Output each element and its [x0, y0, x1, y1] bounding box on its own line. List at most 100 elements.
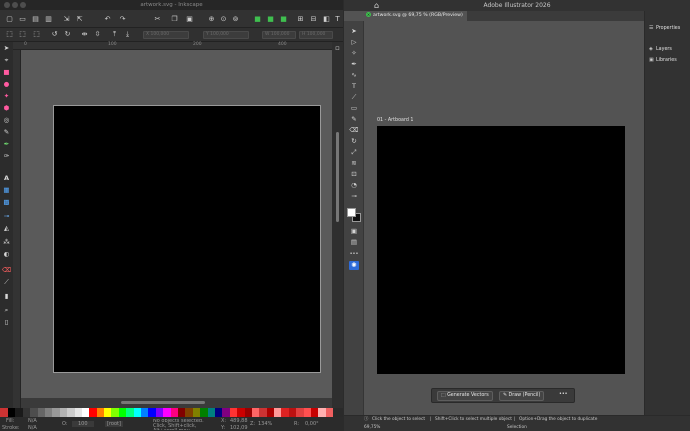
layers-panel-tab[interactable]: ◈ Layers — [649, 46, 672, 53]
zoom-icon[interactable]: ⌕ — [2, 306, 11, 315]
color-swatch[interactable] — [15, 408, 23, 417]
y-field[interactable]: Y 100,000 — [203, 31, 249, 39]
tweak-icon[interactable]: ◐ — [2, 250, 11, 259]
eraser-icon[interactable]: ⌫ — [2, 266, 11, 275]
horizontal-scrollbar[interactable] — [21, 398, 332, 408]
color-swatch[interactable] — [229, 408, 238, 417]
color-swatch[interactable] — [244, 408, 252, 417]
color-swatch[interactable] — [281, 408, 289, 417]
raise-to-top-icon[interactable]: ⤒ — [110, 30, 119, 39]
selector-icon[interactable]: ➤ — [2, 44, 11, 53]
paste-icon[interactable]: ▣ — [185, 15, 194, 24]
color-swatch[interactable] — [266, 408, 275, 417]
current-tool-status[interactable]: Selection — [507, 425, 527, 431]
copy-icon[interactable]: ❐ — [170, 15, 179, 24]
color-swatch[interactable] — [311, 408, 319, 417]
open-icon[interactable]: ▭ — [18, 15, 27, 24]
h-field[interactable]: H 100,000 — [299, 31, 333, 39]
fill-stroke-icon[interactable]: ◧ — [322, 15, 331, 24]
fill-swatch[interactable] — [347, 208, 356, 217]
color-swatch[interactable] — [155, 408, 164, 417]
calligraphy-icon[interactable]: ✑ — [2, 152, 11, 161]
color-swatch[interactable] — [325, 408, 334, 417]
text-font-icon[interactable]: T — [333, 15, 342, 24]
select-all-layers-icon[interactable]: ⬚ — [18, 30, 27, 39]
spiral-icon[interactable]: ◎ — [2, 116, 11, 125]
color-swatch[interactable] — [37, 408, 45, 417]
flip-horizontal-icon[interactable]: ⇹ — [80, 30, 89, 39]
more-options-button[interactable]: ••• — [556, 391, 571, 401]
draw-pencil-button[interactable]: ✎ Draw (Pencil) — [499, 391, 545, 401]
home-icon[interactable]: ⌂ — [374, 1, 379, 10]
inkscape-page[interactable] — [53, 105, 321, 373]
zoom-level-dropdown[interactable]: 69,75% — [364, 425, 380, 431]
artboard-label[interactable]: 01 - Artboard 1 — [377, 118, 413, 123]
layer-dropdown[interactable]: [root] — [105, 421, 123, 427]
rectangle-icon[interactable]: ■ — [2, 68, 11, 77]
color-swatch[interactable] — [200, 408, 208, 417]
eyedropper-icon[interactable]: ⊸ — [349, 192, 359, 201]
vertical-scrollbar[interactable]: ▫ — [332, 42, 343, 408]
unlink-clone-icon[interactable]: ■ — [279, 15, 288, 24]
cut-icon[interactable]: ✂ — [153, 15, 162, 24]
measure-icon[interactable]: ▮ — [2, 292, 11, 301]
paint-bucket-icon[interactable]: ◭ — [2, 224, 11, 233]
properties-panel-tab[interactable]: ☰ Properties — [649, 25, 680, 32]
rotate-icon[interactable]: ↻ — [349, 137, 359, 146]
document-tab[interactable]: × artwork.svg @ 69,75 % (RGB/Preview) — [364, 11, 467, 21]
color-swatch[interactable] — [89, 408, 97, 417]
3d-box-icon[interactable]: ⬢ — [2, 104, 11, 113]
mesh-icon[interactable]: ▩ — [2, 198, 11, 207]
color-swatch[interactable] — [207, 408, 215, 417]
rectangle-icon[interactable]: ▭ — [349, 104, 359, 113]
color-swatch[interactable] — [237, 408, 245, 417]
lower-to-bottom-icon[interactable]: ⤓ — [123, 30, 132, 39]
select-all-icon[interactable]: ⬚ — [5, 30, 14, 39]
vertical-scroll-thumb[interactable] — [336, 132, 339, 222]
magic-wand-icon[interactable]: ✧ — [349, 49, 359, 58]
clone-icon[interactable]: ■ — [266, 15, 275, 24]
color-swatch[interactable] — [81, 408, 90, 417]
color-swatch[interactable] — [148, 408, 156, 417]
generate-vectors-button[interactable]: ⬚ Generate Vectors — [437, 391, 493, 401]
node-icon[interactable]: ⌖ — [2, 56, 11, 65]
color-swatch[interactable] — [251, 408, 260, 417]
stroke-value[interactable]: N/A — [28, 425, 37, 431]
color-swatch[interactable] — [133, 408, 142, 417]
screen-mode-icon[interactable]: ▤ — [349, 238, 359, 247]
color-swatch[interactable] — [222, 408, 230, 417]
horizontal-scroll-thumb[interactable] — [121, 401, 205, 404]
zoom-selection-icon[interactable]: ⊕ — [207, 15, 216, 24]
text-icon[interactable]: A — [2, 174, 11, 183]
color-palette[interactable] — [0, 408, 343, 417]
color-swatch[interactable] — [30, 408, 38, 417]
lock-guides-icon[interactable]: ▫ — [333, 44, 342, 53]
line-icon[interactable]: ⟋ — [349, 93, 359, 102]
color-swatch[interactable] — [318, 408, 326, 417]
artboard[interactable] — [377, 126, 625, 374]
pen-icon[interactable]: ✒ — [2, 140, 11, 149]
color-swatch[interactable] — [52, 408, 60, 417]
import-icon[interactable]: ⇲ — [62, 15, 71, 24]
color-swatch[interactable] — [288, 408, 297, 417]
close-tab-icon[interactable]: × — [366, 12, 371, 17]
shape-builder-icon[interactable]: ◔ — [349, 181, 359, 190]
ellipse-icon[interactable]: ● — [2, 80, 11, 89]
rotation-value[interactable]: 0,00° — [305, 421, 319, 427]
color-swatch[interactable] — [59, 408, 68, 417]
gradient-icon[interactable]: ▦ — [2, 186, 11, 195]
color-swatch[interactable] — [104, 408, 112, 417]
color-swatch[interactable] — [96, 408, 105, 417]
color-swatch[interactable] — [170, 408, 178, 417]
x-field[interactable]: X 100,000 — [143, 31, 189, 39]
color-swatch[interactable] — [296, 408, 304, 417]
color-swatch[interactable] — [22, 408, 31, 417]
undo-icon[interactable]: ↶ — [103, 15, 112, 24]
zoom-value[interactable]: 134% — [258, 421, 272, 427]
fill-value[interactable]: N/A — [28, 418, 37, 424]
curvature-icon[interactable]: ∿ — [349, 71, 359, 80]
color-swatch[interactable] — [259, 408, 267, 417]
color-swatch[interactable] — [274, 408, 282, 417]
color-swatch[interactable] — [67, 408, 75, 417]
direct-selection-icon[interactable]: ▷ — [349, 38, 359, 47]
